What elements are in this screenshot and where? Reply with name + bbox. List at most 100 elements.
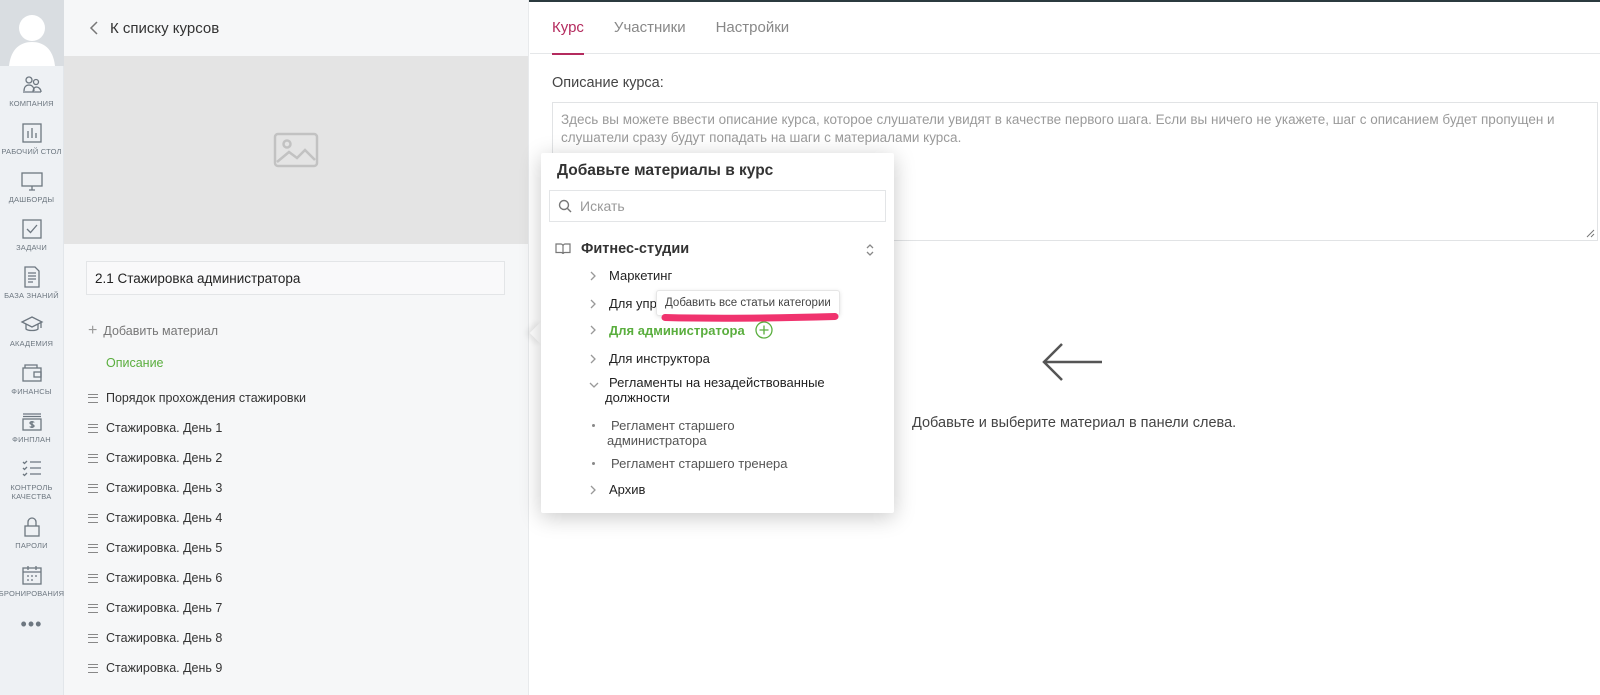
plus-icon: + [88,322,98,339]
nav-company[interactable]: КОМПАНИЯ [0,66,63,114]
tree-item-marketing[interactable]: Маркетинг [589,268,672,283]
checklist-icon [22,460,41,477]
bullet-icon [592,462,595,465]
step-item[interactable]: Стажировка. День 4 [88,503,306,533]
category-fitness-studios[interactable]: Фитнес-студии [555,241,875,257]
drag-handle-icon[interactable] [88,603,98,613]
step-item[interactable]: Порядок прохождения стажировки [88,383,306,413]
calendar-icon [21,565,42,585]
company-icon [22,75,42,93]
main-nav-rail: КОМПАНИЯ РАБОЧИЙ СТОЛ ДАШБОРДЫ ЗАДАЧИ БА… [0,0,64,695]
image-placeholder-icon [273,132,319,168]
step-label: Стажировка. День 2 [106,451,223,465]
leaf-senior-admin[interactable]: Регламент старшего администратора [592,418,735,448]
nav-dashboards-label: ДАШБОРДЫ [8,194,55,204]
nav-tasks[interactable]: ЗАДАЧИ [0,210,63,258]
tree-item-for-instructor[interactable]: Для инструктора [589,351,710,366]
money-stack-icon [21,412,42,431]
book-icon [555,243,571,255]
nav-finance[interactable]: ФИНАНСЫ [0,354,63,402]
tree-item-regulations[interactable]: Регламенты на незадействованные должност… [589,375,829,405]
nav-passwords[interactable]: ПАРОЛИ [0,508,63,556]
user-silhouette-icon [9,15,55,66]
nav-bookings[interactable]: БРОНИРОВАНИЯ [0,556,65,604]
step-item[interactable]: Стажировка. День 8 [88,623,306,653]
chevron-right-icon[interactable] [589,271,597,281]
back-to-courses-label: К списку курсов [110,19,220,37]
avatar[interactable] [0,0,64,66]
add-circle-icon[interactable] [755,321,773,339]
leaf-label-1: Регламент старшего [611,418,735,433]
step-item[interactable]: Стажировка. День 5 [88,533,306,563]
tree-item-archive[interactable]: Архив [589,482,645,497]
nav-desktop[interactable]: РАБОЧИЙ СТОЛ [0,114,63,162]
step-item[interactable]: Стажировка. День 2 [88,443,306,473]
nav-quality-control[interactable]: КОНТРОЛЬ КАЧЕСТВА [0,450,63,508]
drag-handle-icon[interactable] [88,483,98,493]
drag-handle-icon[interactable] [88,453,98,463]
step-item[interactable]: Стажировка. День 6 [88,563,306,593]
tree-item-for-managers[interactable]: Для упр [589,296,657,311]
step-label: Стажировка. День 9 [106,661,223,675]
chevron-right-icon[interactable] [589,485,597,495]
drag-handle-icon[interactable] [88,573,98,583]
nav-quality-control-label-2: КАЧЕСТВА [11,492,52,501]
step-label: Стажировка. День 3 [106,481,223,495]
arrow-left-icon [1042,343,1102,381]
leaf-label: Регламент старшего тренера [611,456,788,471]
more-icon[interactable]: ••• [0,604,63,644]
drag-handle-icon[interactable] [88,513,98,523]
drag-handle-icon[interactable] [88,633,98,643]
resize-handle-icon[interactable] [1585,228,1595,238]
step-label: Стажировка. День 6 [106,571,223,585]
leaf-senior-trainer[interactable]: Регламент старшего тренера [592,456,788,471]
drag-handle-icon[interactable] [88,423,98,433]
materials-search-input[interactable]: Искать [549,190,886,222]
nav-dashboards[interactable]: ДАШБОРДЫ [0,162,63,210]
graduation-cap-icon [20,315,43,331]
course-title-input[interactable]: 2.1 Стажировка администратора [86,261,505,295]
chevron-right-icon[interactable] [589,299,597,309]
add-materials-popup: Добавьте материалы в курс Искать Фитнес-… [541,153,894,513]
checkbox-icon [21,218,42,239]
nav-finplan[interactable]: ФИНПЛАН [0,402,63,450]
course-cover-image[interactable] [64,56,528,244]
drag-handle-icon[interactable] [88,393,98,403]
chevron-right-icon[interactable] [589,354,597,364]
tab-participants[interactable]: Участники [614,0,686,54]
nav-academy[interactable]: АКАДЕМИЯ [0,306,63,354]
drag-handle-icon[interactable] [88,663,98,673]
bullet-icon [592,424,595,427]
add-material-label: Добавить материал [103,324,219,338]
tab-settings[interactable]: Настройки [716,0,790,54]
tree-item-for-admin[interactable]: Для администратора [589,321,773,339]
step-item[interactable]: Стажировка. День 1 [88,413,306,443]
highlight-annotation [661,313,839,322]
nav-bookings-label: БРОНИРОВАНИЯ [0,588,65,598]
chevron-right-icon[interactable] [589,325,597,335]
tab-course[interactable]: Курс [552,0,584,55]
popup-title: Добавьте материалы в курс [557,162,774,179]
tree-item-label: Маркетинг [609,268,673,283]
nav-knowledge-base[interactable]: БАЗА ЗНАНИЙ [0,258,63,306]
course-description-placeholder: Здесь вы можете ввести описание курса, к… [561,112,1555,145]
step-label: Стажировка. День 8 [106,631,223,645]
add-material-button[interactable]: + Добавить материал [88,322,219,339]
step-label: Стажировка. День 5 [106,541,223,555]
drag-handle-icon[interactable] [88,543,98,553]
wallet-icon [21,363,42,382]
tree-item-label: Архив [609,482,646,497]
document-icon [23,265,40,288]
step-item[interactable]: Стажировка. День 3 [88,473,306,503]
back-to-courses-link[interactable]: К списку курсов [64,0,528,56]
description-step-link[interactable]: Описание [106,356,164,370]
step-item[interactable]: Стажировка. День 9 [88,653,306,683]
course-description-label: Описание курса: [552,75,664,91]
chevron-down-icon[interactable] [589,381,599,389]
tree-item-label-1: Регламенты на незадействованные [609,375,825,390]
expand-collapse-icon[interactable] [865,243,875,257]
course-tabs: Курс Участники Настройки [530,0,1600,55]
nav-passwords-label: ПАРОЛИ [15,540,48,550]
nav-finance-label: ФИНАНСЫ [11,386,52,396]
step-item[interactable]: Стажировка. День 7 [88,593,306,623]
